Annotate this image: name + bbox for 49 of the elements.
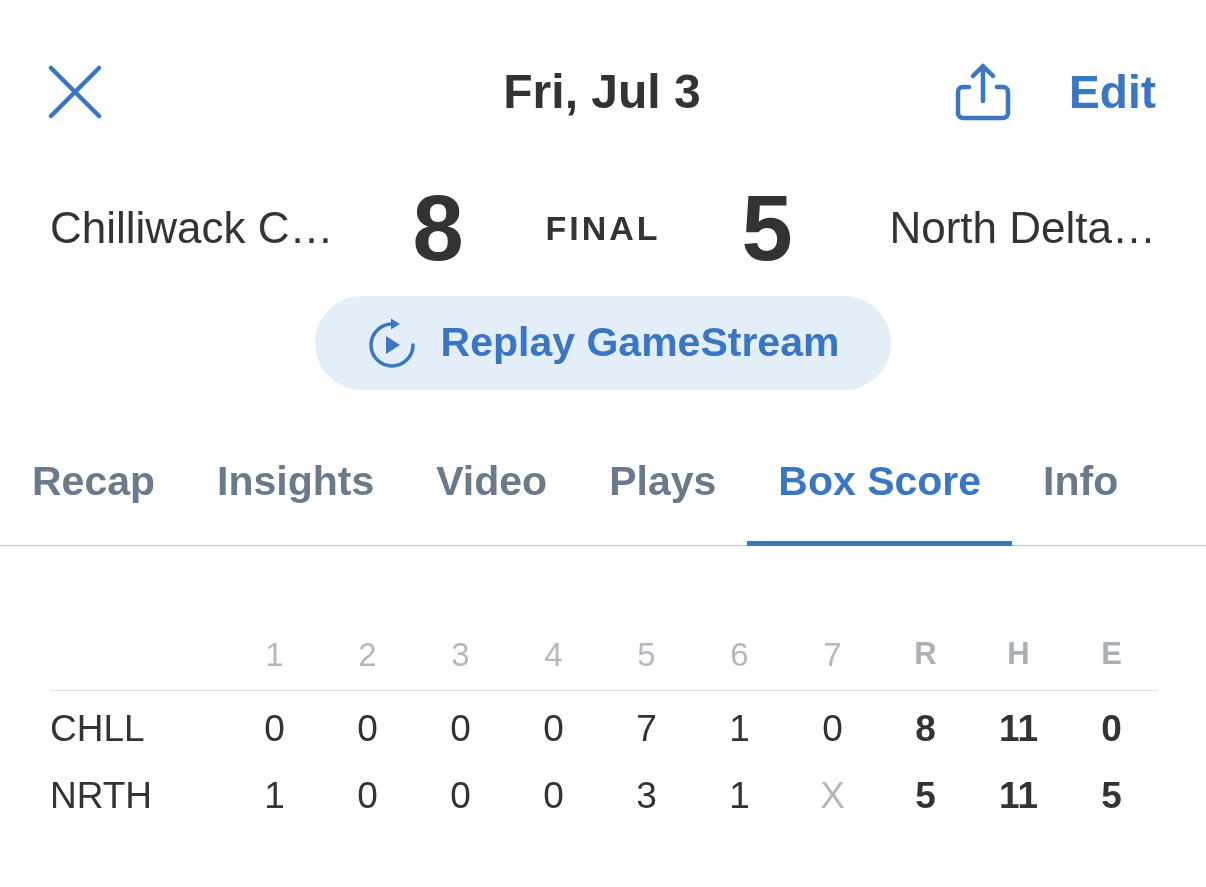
tab[interactable]: Plays: [578, 418, 748, 546]
edit-button[interactable]: Edit: [1069, 69, 1156, 115]
column-header: 5: [636, 634, 657, 675]
team-score: 8: [411, 182, 465, 274]
inning-score: 0: [822, 706, 843, 751]
column-header: 4: [543, 634, 564, 675]
replay-button[interactable]: Replay GameStream: [315, 296, 891, 390]
tab[interactable]: Insights: [186, 418, 406, 546]
inning-score: 1: [264, 773, 285, 818]
game-status: FINAL: [544, 207, 662, 249]
inning-score: X: [820, 773, 845, 818]
inning-score: 0: [264, 706, 285, 751]
column-header: E: [1100, 635, 1123, 674]
column-header: R: [913, 635, 938, 674]
close-button[interactable]: [48, 65, 102, 119]
date-title: Fri, Jul 3: [503, 68, 701, 116]
total-cell-text: 11: [998, 773, 1039, 818]
team-name: Chilliwack C…: [50, 202, 335, 254]
total-cell-text: 11: [998, 706, 1039, 751]
inning-score: 0: [543, 773, 564, 818]
total-cell-text: 0: [1101, 706, 1122, 751]
close-icon: [48, 65, 102, 119]
team-score: 5: [740, 182, 794, 274]
tab[interactable]: Recap: [1, 418, 187, 546]
column-header: 3: [450, 634, 471, 675]
total-cell-text: 5: [915, 773, 936, 818]
tab[interactable]: Box Score: [747, 418, 1013, 546]
replay-icon: [366, 318, 417, 368]
inning-score: 0: [357, 773, 378, 818]
inning-score: 0: [543, 706, 564, 751]
column-header: 7: [822, 634, 843, 675]
inning-score: 0: [357, 706, 378, 751]
total-cell-text: 5: [1101, 773, 1122, 818]
team-name: North Delta…: [888, 202, 1156, 254]
team-abbreviation: NRTH: [50, 773, 153, 818]
column-header: 6: [729, 634, 750, 675]
team-abbreviation: CHLL: [50, 706, 145, 751]
inning-score: 0: [450, 773, 471, 818]
column-header: 1: [264, 634, 285, 675]
inning-score: 0: [450, 706, 471, 751]
inning-score: 1: [729, 773, 750, 818]
tab[interactable]: Info: [1012, 418, 1150, 546]
total-cell-text: 8: [915, 706, 936, 751]
column-header: H: [1006, 635, 1031, 674]
tab[interactable]: Video: [405, 418, 579, 546]
inning-score: 7: [636, 706, 657, 751]
column-header: 2: [357, 634, 378, 675]
inning-score: 1: [729, 706, 750, 751]
inning-score: 3: [636, 773, 657, 818]
